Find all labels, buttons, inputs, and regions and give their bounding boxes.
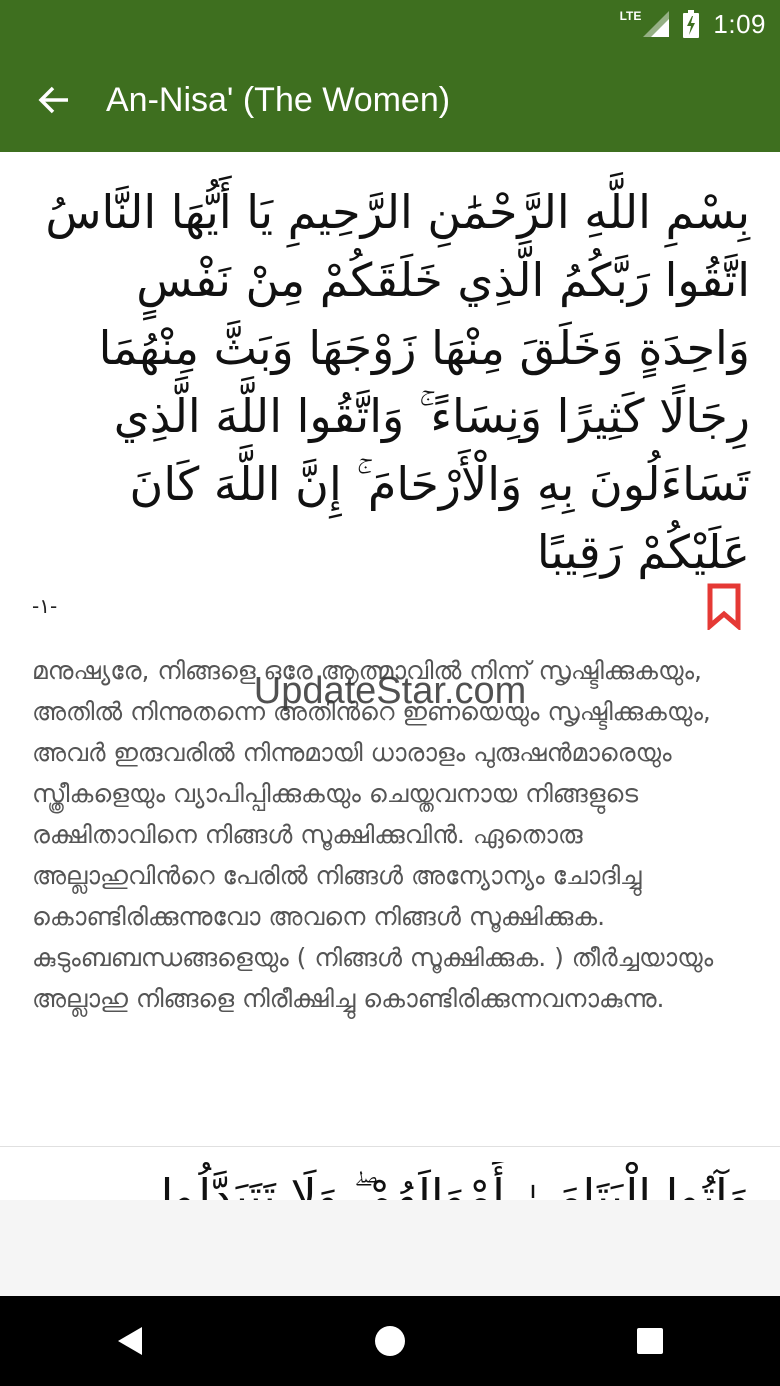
verse-list[interactable]: بِسْمِ اللَّهِ الرَّحْمَٰنِ الرَّحِيمِ ي… xyxy=(0,152,780,1200)
verse-divider xyxy=(0,1146,780,1147)
verse-card[interactable]: بِسْمِ اللَّهِ الرَّحْمَٰنِ الرَّحِيمِ ي… xyxy=(0,152,780,1116)
status-bar: LTE 1:09 xyxy=(0,0,780,48)
verse-arabic-text: بِسْمِ اللَّهِ الرَّحْمَٰنِ الرَّحِيمِ ي… xyxy=(45,185,750,579)
network-type: LTE xyxy=(619,9,642,23)
page-title: An-Nisa' (The Women) xyxy=(106,80,451,119)
verse-translation: മനുഷ്യരേ, നിങ്ങളെ ഒരേ ആത്മാവില്‍ നിന്ന് … xyxy=(32,656,714,1013)
bookmark-icon[interactable] xyxy=(704,582,744,630)
next-verse-arabic-text: وَآتُوا الْيَتَامَىٰ أَمْوَالَهُمْ ۖ وَل… xyxy=(160,1169,750,1200)
nav-back-button[interactable] xyxy=(100,1311,160,1371)
arrow-left-icon xyxy=(38,86,68,114)
status-time: 1:09 xyxy=(713,8,766,39)
system-navigation-bar xyxy=(0,1296,780,1386)
toolbar: An-Nisa' (The Women) xyxy=(0,48,780,152)
nav-recents-button[interactable] xyxy=(620,1311,680,1371)
battery-charging-icon xyxy=(683,10,700,38)
bottom-panel xyxy=(0,1200,780,1296)
verse-number: -١- xyxy=(32,594,58,618)
triangle-back-icon xyxy=(118,1327,142,1355)
app-bar: LTE 1:09 An-Nisa' (The Women) xyxy=(0,0,780,152)
circle-home-icon xyxy=(375,1326,405,1356)
nav-home-button[interactable] xyxy=(360,1311,420,1371)
square-recents-icon xyxy=(637,1328,663,1354)
signal-icon xyxy=(643,11,670,37)
back-button[interactable] xyxy=(26,72,82,128)
